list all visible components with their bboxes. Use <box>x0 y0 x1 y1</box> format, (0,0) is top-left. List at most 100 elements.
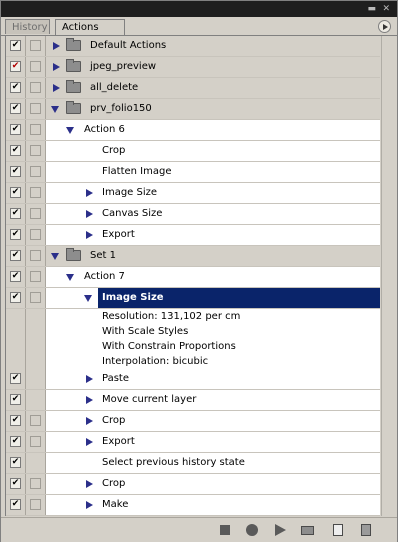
actions-toolbar <box>1 517 397 542</box>
toggle-item-checkbox[interactable]: ✔ <box>10 292 21 303</box>
expand-triangle-icon[interactable] <box>86 417 93 425</box>
folder-icon <box>66 38 81 51</box>
expand-triangle-icon[interactable] <box>86 210 93 218</box>
toggle-item-checkbox[interactable]: ✔ <box>10 103 21 114</box>
action-set-row[interactable]: ✔ all_delete <box>6 78 380 99</box>
command-row[interactable]: ✔ Crop <box>6 474 380 495</box>
toggle-dialog-checkbox[interactable] <box>30 124 41 135</box>
expand-triangle-icon[interactable] <box>53 63 60 71</box>
toggle-item-checkbox[interactable]: ✔ <box>10 436 21 447</box>
collapse-triangle-icon[interactable] <box>84 295 92 302</box>
toggle-dialog-checkbox[interactable] <box>30 292 41 303</box>
delete-icon[interactable] <box>361 524 371 536</box>
toggle-item-checkbox[interactable]: ✔ <box>10 271 21 282</box>
expand-triangle-icon[interactable] <box>53 84 60 92</box>
scrollbar[interactable] <box>381 36 396 516</box>
toggle-item-column: ✔ <box>6 120 26 140</box>
toggle-dialog-checkbox[interactable] <box>30 208 41 219</box>
toggle-dialog-checkbox[interactable] <box>30 61 41 72</box>
collapse-triangle-icon[interactable] <box>51 106 59 113</box>
toggle-dialog-checkbox[interactable] <box>30 166 41 177</box>
action-set-row[interactable]: ✔ jpeg_preview <box>6 57 380 78</box>
toggle-dialog-column <box>26 99 46 119</box>
toggle-dialog-checkbox[interactable] <box>30 103 41 114</box>
expand-triangle-icon[interactable] <box>86 189 93 197</box>
toggle-item-checkbox[interactable]: ✔ <box>10 478 21 489</box>
tab-history[interactable]: History <box>5 19 50 34</box>
toggle-item-checkbox[interactable]: ✔ <box>10 145 21 156</box>
command-row[interactable]: ✔ Paste <box>6 369 380 390</box>
toggle-item-checkbox[interactable]: ✔ <box>10 250 21 261</box>
command-row[interactable]: ✔ Crop <box>6 141 380 162</box>
toggle-dialog-column <box>26 411 46 431</box>
toggle-dialog-checkbox[interactable] <box>30 229 41 240</box>
toggle-item-checkbox[interactable]: ✔ <box>10 61 21 72</box>
toggle-item-column: ✔ <box>6 141 26 161</box>
panel-menu-icon[interactable] <box>378 20 391 33</box>
toggle-dialog-checkbox[interactable] <box>30 271 41 282</box>
command-row[interactable]: ✔ Make <box>6 495 380 516</box>
expand-triangle-icon[interactable] <box>86 396 93 404</box>
toggle-dialog-checkbox[interactable] <box>30 40 41 51</box>
toggle-item-checkbox[interactable]: ✔ <box>10 229 21 240</box>
toggle-item-checkbox[interactable]: ✔ <box>10 394 21 405</box>
expand-triangle-icon[interactable] <box>86 501 93 509</box>
toggle-item-checkbox[interactable]: ✔ <box>10 187 21 198</box>
close-icon[interactable]: ✕ <box>382 4 390 14</box>
toggle-dialog-checkbox[interactable] <box>30 478 41 489</box>
expand-triangle-icon[interactable] <box>53 42 60 50</box>
command-row[interactable]: ✔ Export <box>6 225 380 246</box>
action-row[interactable]: ✔ Action 7 <box>6 267 380 288</box>
toggle-dialog-checkbox[interactable] <box>30 82 41 93</box>
new-action-icon[interactable] <box>333 524 343 536</box>
expand-triangle-icon[interactable] <box>86 438 93 446</box>
collapse-triangle-icon[interactable] <box>66 274 74 281</box>
toggle-dialog-checkbox[interactable] <box>30 187 41 198</box>
detail-label: Interpolation: bicubic <box>102 356 209 367</box>
play-icon[interactable] <box>275 524 286 536</box>
command-row[interactable]: ✔ Image Size <box>6 288 380 309</box>
toggle-dialog-checkbox[interactable] <box>30 436 41 447</box>
collapse-triangle-icon[interactable] <box>66 127 74 134</box>
toggle-item-checkbox[interactable]: ✔ <box>10 373 21 384</box>
record-icon[interactable] <box>246 524 258 536</box>
toggle-dialog-checkbox[interactable] <box>30 415 41 426</box>
expand-triangle-icon[interactable] <box>86 375 93 383</box>
collapse-triangle-icon[interactable] <box>51 253 59 260</box>
item-label: Paste <box>102 373 129 384</box>
toggle-item-checkbox[interactable]: ✔ <box>10 124 21 135</box>
command-detail: Resolution: 131,102 per cm <box>6 309 380 324</box>
toggle-dialog-checkbox[interactable] <box>30 250 41 261</box>
new-set-icon[interactable] <box>301 526 314 535</box>
toggle-item-checkbox[interactable]: ✔ <box>10 208 21 219</box>
toggle-item-checkbox[interactable]: ✔ <box>10 499 21 510</box>
stop-icon[interactable] <box>220 525 230 535</box>
expand-triangle-icon[interactable] <box>86 480 93 488</box>
minimize-icon[interactable]: ▬ <box>367 4 376 14</box>
toggle-item-checkbox[interactable]: ✔ <box>10 457 21 468</box>
action-set-row[interactable]: ✔ Set 1 <box>6 246 380 267</box>
toggle-item-checkbox[interactable]: ✔ <box>10 166 21 177</box>
toggle-item-checkbox[interactable]: ✔ <box>10 40 21 51</box>
toggle-item-checkbox[interactable]: ✔ <box>10 415 21 426</box>
command-row[interactable]: ✔ Export <box>6 432 380 453</box>
toggle-dialog-checkbox[interactable] <box>30 499 41 510</box>
expand-triangle-icon[interactable] <box>86 231 93 239</box>
action-set-row[interactable]: ✔ prv_folio150 <box>6 99 380 120</box>
toggle-dialog-checkbox[interactable] <box>30 145 41 156</box>
item-label: jpeg_preview <box>90 61 157 72</box>
command-row[interactable]: ✔ Move current layer <box>6 390 380 411</box>
command-row[interactable]: ✔ Image Size <box>6 183 380 204</box>
action-set-row[interactable]: ✔ Default Actions <box>6 36 380 57</box>
item-label: Crop <box>102 415 126 426</box>
item-label: Crop <box>102 478 126 489</box>
toggle-dialog-column <box>26 36 46 56</box>
action-row[interactable]: ✔ Action 6 <box>6 120 380 141</box>
tab-actions[interactable]: Actions <box>55 19 125 35</box>
toggle-item-checkbox[interactable]: ✔ <box>10 82 21 93</box>
command-row[interactable]: ✔ Canvas Size <box>6 204 380 225</box>
actions-list[interactable]: ✔ Default Actions ✔ jpeg_preview ✔ all_delete… <box>5 36 380 516</box>
command-row[interactable]: ✔ Crop <box>6 411 380 432</box>
command-row[interactable]: ✔ Select previous history state <box>6 453 380 474</box>
command-row[interactable]: ✔ Flatten Image <box>6 162 380 183</box>
